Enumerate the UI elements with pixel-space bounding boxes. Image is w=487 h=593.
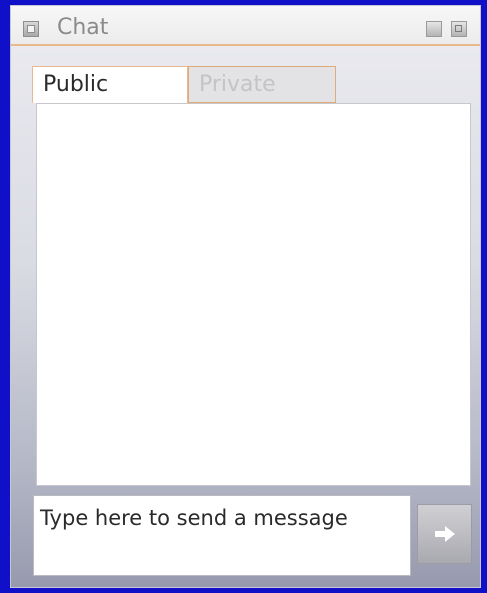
message-input[interactable]: Type here to send a message [33,495,411,576]
tab-public[interactable]: Public [32,66,188,103]
maximize-icon[interactable] [451,21,467,37]
minimize-icon[interactable] [426,21,442,37]
window-icon [23,21,39,37]
window-title: Chat [57,15,109,40]
tab-private[interactable]: Private [188,66,336,103]
message-list[interactable] [36,103,471,486]
send-button[interactable] [417,504,472,564]
title-bar[interactable]: Chat [11,6,480,46]
chat-window: Chat Public Private Type here to send a … [10,5,481,588]
arrow-right-icon [434,526,455,542]
